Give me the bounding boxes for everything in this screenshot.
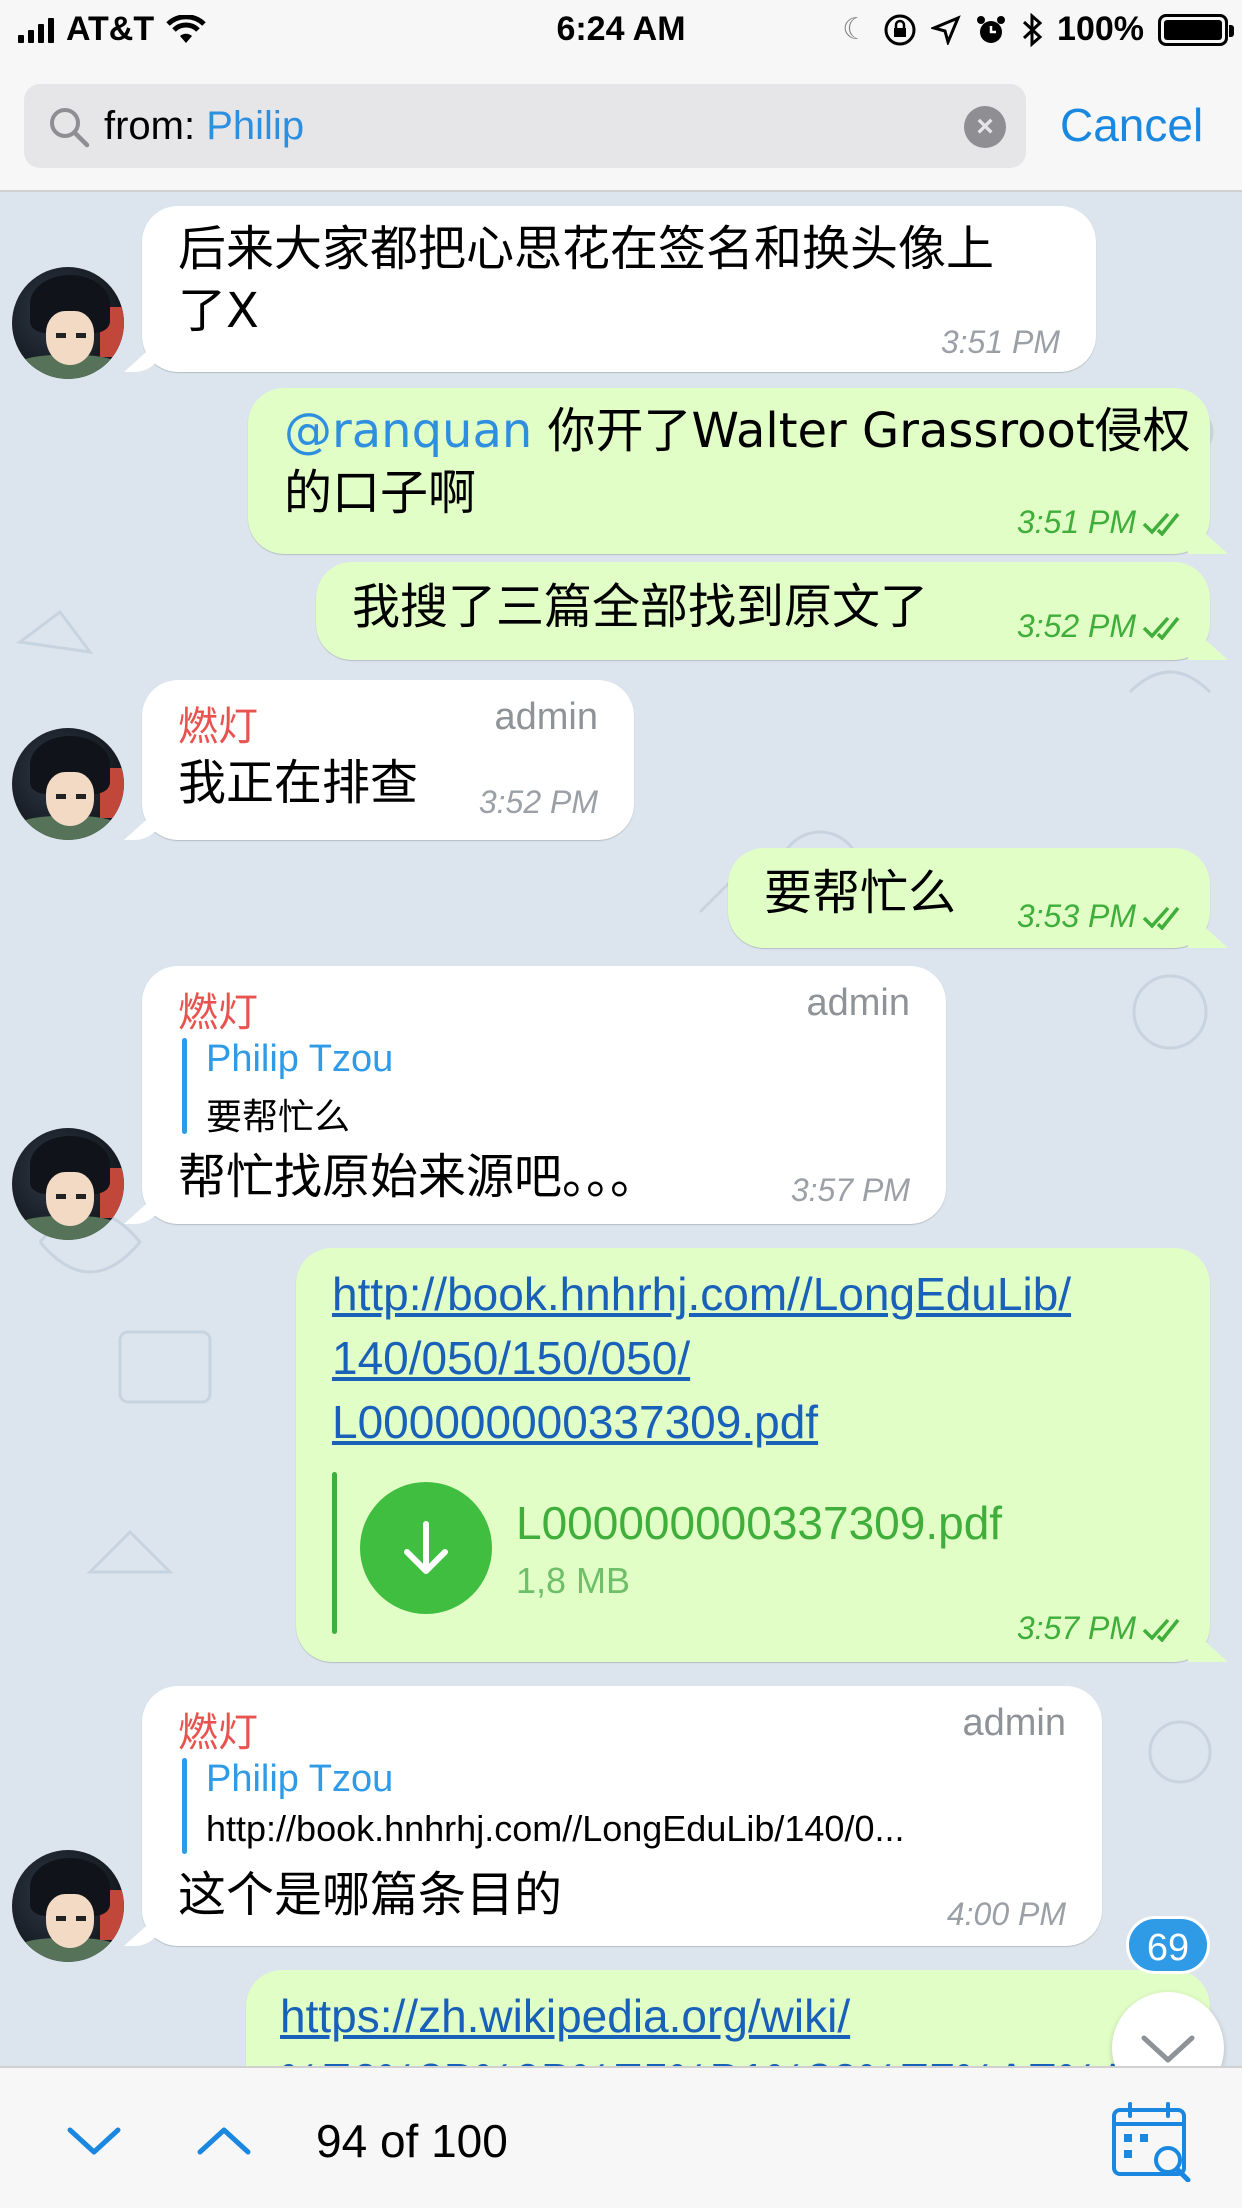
- search-input[interactable]: from: Philip ×: [24, 84, 1026, 168]
- file-size: 1,8 MB: [516, 1560, 631, 1601]
- message-time: 3:52 PM: [478, 784, 598, 820]
- file-preview-bar: [332, 1472, 337, 1634]
- download-button[interactable]: [360, 1482, 492, 1614]
- message-text: 这个是哪篇条目的: [178, 1867, 563, 1923]
- message-bubble-outgoing[interactable]: 要帮忙么 3:53 PM: [728, 848, 1210, 948]
- message-time: 3:51 PM: [940, 324, 1060, 360]
- message-bubble-outgoing[interactable]: 我搜了三篇全部找到原文了 3:52 PM: [316, 562, 1210, 660]
- reply-bar: [182, 1758, 187, 1854]
- search-query-highlight: Philip: [206, 104, 305, 148]
- message-time: 4:00 PM: [946, 1896, 1066, 1932]
- avatar[interactable]: [12, 1128, 124, 1240]
- reply-sender-name[interactable]: Philip Tzou: [206, 1038, 393, 1081]
- clear-search-button[interactable]: ×: [964, 106, 1006, 148]
- reply-sender-name[interactable]: Philip Tzou: [206, 1758, 393, 1801]
- message-time: 3:57 PM: [1017, 1610, 1186, 1647]
- avatar[interactable]: [12, 267, 124, 379]
- message-bubble-incoming[interactable]: 燃灯 admin Philip Tzou 要帮忙么 帮忙找原始来源吧。。。 3:…: [142, 966, 946, 1224]
- double-check-icon: [1142, 512, 1180, 536]
- message-bubble-outgoing[interactable]: http://book.hnhrhj.com//LongEduLib/ 140/…: [296, 1248, 1210, 1662]
- alarm-icon: [977, 15, 1006, 43]
- search-icon: [50, 108, 90, 148]
- admin-badge: admin: [806, 982, 911, 1024]
- double-check-icon: [1142, 616, 1180, 640]
- file-name[interactable]: L000000000337309.pdf: [516, 1496, 1002, 1550]
- avatar[interactable]: [12, 1850, 124, 1962]
- admin-badge: admin: [962, 1702, 1067, 1744]
- message-text: 我搜了三篇全部找到原文了: [352, 579, 929, 635]
- reply-bar: [182, 1038, 187, 1134]
- message-bubble-incoming[interactable]: 后来大家都把心思花在签名和换头像上 了X 3:51 PM: [142, 206, 1096, 372]
- search-query-prefix: from:: [104, 104, 207, 148]
- reply-text[interactable]: http://book.hnhrhj.com//LongEduLib/140/0…: [206, 1808, 904, 1850]
- message-link[interactable]: http://book.hnhrhj.com//LongEduLib/ 140/…: [332, 1262, 1202, 1454]
- sender-name[interactable]: 燃灯: [178, 980, 258, 1038]
- status-right: ☾ 100%: [842, 10, 1234, 49]
- avatar[interactable]: [12, 728, 124, 840]
- message-time: 3:52 PM: [1017, 608, 1186, 645]
- reply-text[interactable]: 要帮忙么: [206, 1088, 350, 1140]
- message-link[interactable]: https://zh.wikipedia.org/wiki/ %E6%8B%9B…: [280, 1984, 1190, 2066]
- close-icon: ×: [976, 110, 994, 143]
- moon-icon: ☾: [842, 13, 870, 46]
- message-time: 3:51 PM: [1017, 504, 1186, 541]
- bluetooth-icon: [1023, 12, 1043, 47]
- message-time: 3:57 PM: [790, 1172, 910, 1208]
- chevron-up-icon: [197, 2127, 251, 2155]
- sender-name[interactable]: 燃灯: [178, 694, 258, 752]
- status-bar: AT&T 6:24 AM ☾ 100%: [0, 0, 1242, 60]
- message-bubble-outgoing[interactable]: https://zh.wikipedia.org/wiki/ %E6%8B%9B…: [246, 1970, 1210, 2066]
- chevron-down-icon: [67, 2127, 121, 2155]
- cancel-button[interactable]: Cancel: [1060, 98, 1203, 152]
- search-query[interactable]: from: Philip: [104, 104, 304, 149]
- double-check-icon: [1142, 906, 1180, 930]
- message-bubble-incoming[interactable]: 燃灯 admin Philip Tzou http://book.hnhrhj.…: [142, 1686, 1102, 1946]
- calendar-search-icon[interactable]: [1110, 2100, 1194, 2182]
- admin-badge: admin: [494, 696, 599, 738]
- double-check-icon: [1142, 1618, 1180, 1642]
- location-icon: [931, 14, 961, 45]
- message-bubble-outgoing[interactable]: @ranquan 你开了Walter Grassroot侵权 的口子啊 3:51…: [248, 388, 1210, 554]
- previous-result-button[interactable]: [192, 2108, 256, 2172]
- chevron-down-icon: [1141, 2035, 1195, 2063]
- search-results-bar: 94 of 100: [0, 2066, 1242, 2208]
- message-time: 3:53 PM: [1017, 898, 1186, 935]
- result-counter: 94 of 100: [316, 2115, 508, 2167]
- search-header: from: Philip × Cancel: [0, 60, 1242, 192]
- sender-name[interactable]: 燃灯: [178, 1700, 258, 1758]
- unread-count-badge: 69: [1126, 1916, 1210, 1974]
- battery-percent: 100%: [1057, 10, 1144, 48]
- message-text: 帮忙找原始来源吧。。。: [178, 1149, 659, 1205]
- orientation-lock-icon: [884, 14, 916, 45]
- user-mention[interactable]: @ranquan: [284, 403, 532, 459]
- message-text: 我正在排查: [178, 755, 419, 811]
- battery-icon: [1158, 13, 1234, 46]
- message-bubble-incoming[interactable]: 燃灯 admin 我正在排查 3:52 PM: [142, 680, 634, 840]
- chat-area[interactable]: 后来大家都把心思花在签名和换头像上 了X 3:51 PM @ranquan 你开…: [0, 192, 1242, 2066]
- message-text: 要帮忙么: [764, 865, 957, 921]
- next-result-button[interactable]: [62, 2108, 126, 2172]
- download-arrow-icon: [404, 1521, 448, 1574]
